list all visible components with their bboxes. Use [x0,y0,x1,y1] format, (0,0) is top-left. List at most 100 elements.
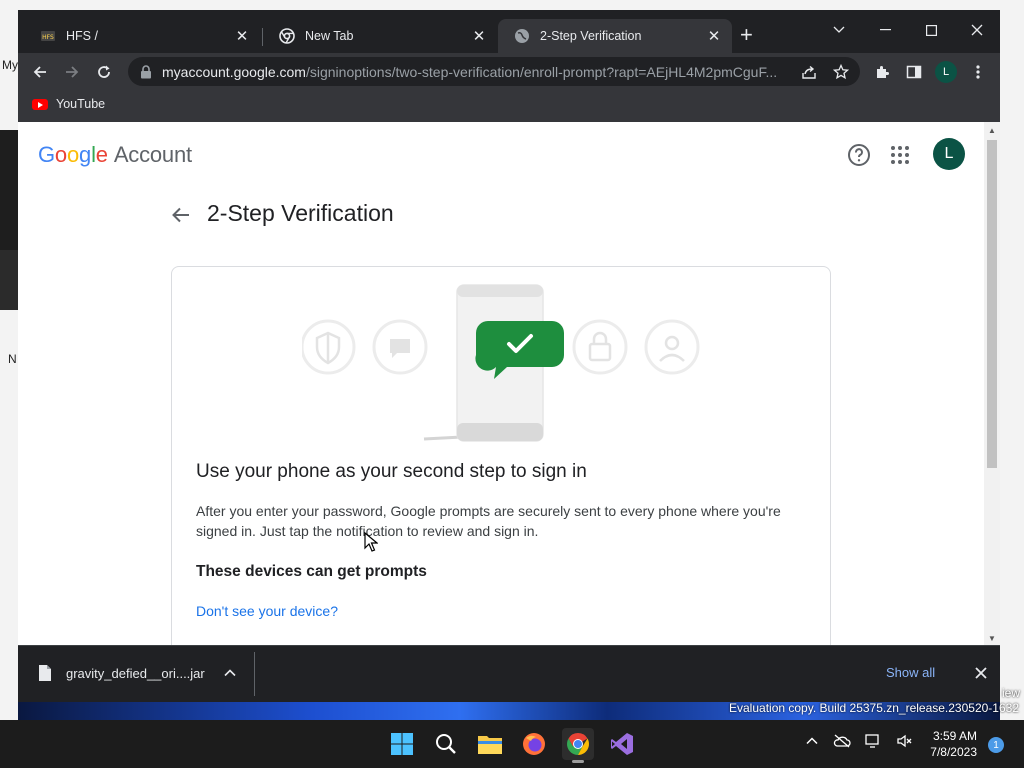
clock-time: 3:59 AM [932,729,977,743]
apps-grid-icon [891,146,909,164]
verification-card: Use your phone as your second step to si… [171,266,831,645]
google-apps-button[interactable] [890,145,910,165]
tab-hfs[interactable]: HFS HFS / ✕ [24,19,260,53]
browser-toolbar: myaccount.google.com/signinoptions/two-s… [18,53,1000,90]
clock-date: 7/8/2023 [930,745,977,759]
desktop-icon-strip [0,210,18,250]
card-description: After you enter your password, Google pr… [196,503,781,539]
back-arrow-button[interactable] [170,204,192,226]
dont-see-device-link[interactable]: Don't see your device? [196,603,338,619]
download-item[interactable]: gravity_defied__ori....jar [38,664,237,682]
tab-title: 2-Step Verification [540,29,642,43]
side-panel-icon [906,65,922,79]
chrome-menu-button[interactable] [965,59,991,85]
close-icon[interactable]: ✕ [471,27,487,45]
reload-icon [98,65,110,78]
chrome-icon [567,733,589,755]
tab-search-button[interactable] [821,16,857,44]
scroll-up-icon[interactable]: ▲ [988,126,996,135]
windows-taskbar: 3:59 AM 7/8/2023 1 [0,720,1024,768]
extensions-button[interactable] [869,59,895,85]
globe-icon [514,28,530,44]
close-window-button[interactable] [959,16,995,44]
volume-muted-icon[interactable] [897,734,913,753]
desktop-icon-strip [0,250,18,310]
visual-studio-icon [611,733,633,755]
file-explorer-button[interactable] [474,728,506,760]
chrome-window: HFS HFS / ✕ New Tab ✕ 2-Step Verificatio… [18,10,1000,702]
close-icon[interactable]: ✕ [706,27,722,45]
desktop-icon-strip [0,130,18,220]
tab-new-tab[interactable]: New Tab ✕ [263,19,497,53]
url-path: /signinoptions/two-step-verification/enr… [305,63,778,80]
tab-title: HFS / [66,29,98,43]
help-button[interactable] [847,143,871,167]
back-arrow-icon [172,207,189,223]
chevron-down-icon [833,26,845,33]
taskbar-search-button[interactable] [430,728,462,760]
page-title: 2-Step Verification [207,200,394,226]
youtube-icon [32,98,48,110]
onedrive-offline-icon[interactable] [833,734,851,753]
lock-icon [588,331,612,362]
firefox-button[interactable] [518,728,550,760]
visual-studio-button[interactable] [606,728,638,760]
taskbar-clock[interactable]: 3:59 AM 7/8/2023 [925,728,977,760]
close-icon[interactable]: ✕ [234,27,250,45]
share-icon[interactable] [800,63,818,81]
lock-icon [140,64,154,79]
network-icon[interactable] [865,734,883,753]
url-host: myaccount.google.com [162,63,306,80]
minimize-button[interactable] [867,16,903,44]
phone-prompt-illustration [302,284,700,442]
person-icon [659,335,685,362]
chevron-up-icon[interactable] [223,666,237,680]
account-avatar[interactable]: L [933,138,965,170]
system-tray [805,734,913,753]
close-icon [971,24,983,36]
tab-2-step-verification[interactable]: 2-Step Verification ✕ [498,19,732,53]
address-bar[interactable]: myaccount.google.com/signinoptions/two-s… [128,57,860,86]
new-tab-button[interactable]: + [740,24,753,46]
download-file-name: gravity_defied__ori....jar [66,665,205,681]
back-arrow-icon [33,66,46,78]
folder-icon [478,736,502,754]
bookmark-label: YouTube [56,97,106,111]
logo-suffix: Account [113,142,192,167]
scroll-down-icon[interactable]: ▼ [988,634,996,643]
mouse-cursor-icon [364,532,378,552]
shield-icon [315,331,341,365]
forward-button[interactable] [59,59,85,85]
watermark-fragment: iew [1001,686,1020,700]
minimize-icon [879,29,891,31]
search-icon [436,734,456,754]
google-account-logo[interactable]: Google Account [38,142,192,168]
scrollbar-thumb[interactable] [987,140,997,468]
divider [254,652,255,696]
side-panel-button[interactable] [901,59,927,85]
chevron-up-icon[interactable] [805,734,819,753]
notification-badge[interactable]: 1 [988,737,1004,753]
card-heading: Use your phone as your second step to si… [196,461,587,482]
desktop-label-fragment: My [2,58,18,72]
chat-bubble-icon [390,339,410,358]
chrome-taskbar-button[interactable] [562,728,594,763]
show-all-downloads-button[interactable]: Show all [886,665,935,680]
page-viewport: Google Account L 2-Step Verification Use… [18,122,1000,645]
profile-button[interactable]: L [935,61,957,83]
bookmark-youtube[interactable]: YouTube [32,97,105,111]
windows-start-button[interactable] [386,728,418,760]
bookmark-star-icon[interactable] [832,63,850,81]
firefox-icon [523,733,545,755]
close-icon[interactable] [973,665,989,681]
kebab-menu-icon [976,65,980,79]
vertical-scrollbar[interactable]: ▲ ▼ [984,122,1000,645]
reload-button[interactable] [91,59,117,85]
puzzle-icon [877,66,889,78]
file-icon [39,665,51,681]
back-button[interactable] [27,59,53,85]
chrome-icon [279,28,295,44]
maximize-button[interactable] [913,16,949,44]
tab-strip: HFS HFS / ✕ New Tab ✕ 2-Step Verificatio… [18,10,1000,53]
desktop-label-fragment: N [8,352,17,366]
